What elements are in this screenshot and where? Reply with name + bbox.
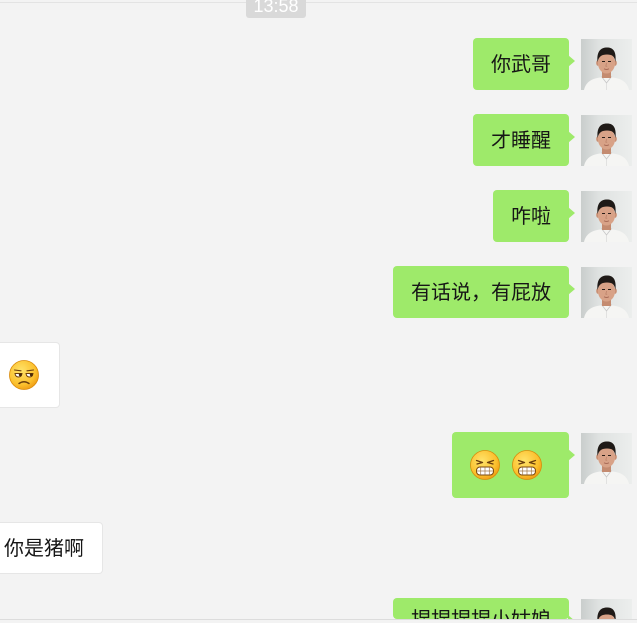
message-row-sent: 咋啦 — [0, 190, 637, 242]
message-bubble-received[interactable]: 你是猪啊 — [0, 522, 103, 574]
message-bubble-sent[interactable]: 咋啦 — [493, 190, 575, 242]
timestamp-text: 13:58 — [253, 0, 299, 16]
avatar-photo-icon — [581, 39, 632, 90]
message-row-sent: 才睡醒 — [0, 114, 637, 166]
message-bubble-sent[interactable]: 才睡醒 — [473, 114, 575, 166]
my-avatar[interactable] — [581, 433, 632, 484]
grinning-face-icon — [469, 449, 501, 481]
avatar-photo-icon — [581, 115, 632, 166]
my-avatar[interactable] — [581, 267, 632, 318]
message-row-received: 你是猪啊 — [0, 522, 637, 574]
message-bubble-sent[interactable] — [452, 432, 575, 498]
chat-window: 13:58 你武哥 才睡醒 咋啦 有话说，有屁放 你是猪啊 — [0, 0, 637, 623]
top-divider — [0, 2, 637, 3]
message-bubble-sent[interactable]: 有话说，有屁放 — [393, 266, 575, 318]
message-text: 捏捏捏捏小姑娘 — [411, 609, 551, 619]
message-bubble-received[interactable] — [0, 342, 60, 408]
message-row-sent: 你武哥 — [0, 38, 637, 90]
message-text: 你武哥 — [491, 52, 551, 76]
message-text: 有话说，有屁放 — [411, 280, 551, 304]
message-bubble-sent[interactable]: 捏捏捏捏小姑娘 — [393, 598, 575, 619]
my-avatar[interactable] — [581, 191, 632, 242]
message-row-sent — [0, 432, 637, 498]
message-text: 你是猪啊 — [4, 536, 84, 560]
message-list[interactable]: 你武哥 才睡醒 咋啦 有话说，有屁放 你是猪啊 — [0, 38, 637, 619]
message-row-received — [0, 342, 637, 408]
message-row-sent: 有话说，有屁放 — [0, 266, 637, 318]
timestamp-badge: 13:58 — [246, 0, 306, 18]
my-avatar[interactable] — [581, 115, 632, 166]
my-avatar[interactable] — [581, 599, 632, 619]
unamused-face-icon — [8, 359, 40, 391]
my-avatar[interactable] — [581, 39, 632, 90]
message-text: 咋啦 — [511, 204, 551, 228]
avatar-photo-icon — [581, 191, 632, 242]
message-row-sent: 捏捏捏捏小姑娘 — [0, 598, 637, 619]
avatar-photo-icon — [581, 267, 632, 318]
avatar-photo-icon — [581, 433, 632, 484]
avatar-photo-icon — [581, 599, 632, 619]
message-text: 才睡醒 — [491, 128, 551, 152]
grinning-face-icon — [511, 449, 543, 481]
message-bubble-sent[interactable]: 你武哥 — [473, 38, 575, 90]
bottom-divider — [0, 619, 637, 620]
